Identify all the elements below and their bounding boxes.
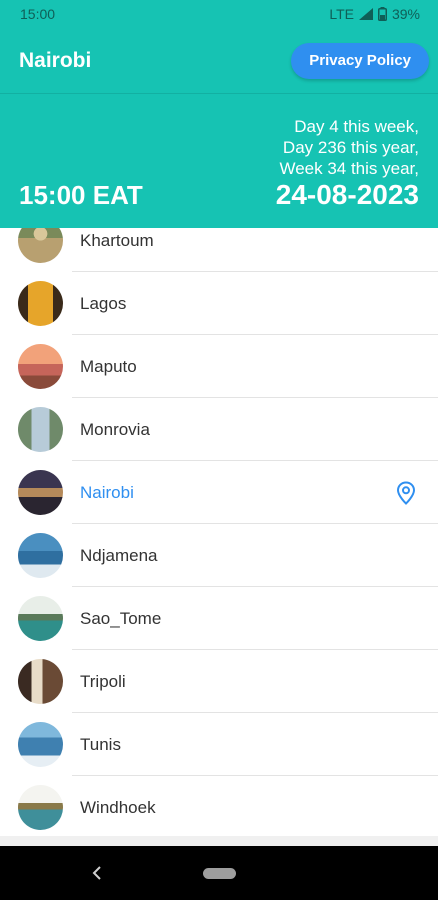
home-pill-icon[interactable] xyxy=(203,868,236,879)
signal-icon xyxy=(358,8,373,20)
day-of-week: Day 4 this week, xyxy=(294,117,419,136)
battery-icon xyxy=(377,7,387,21)
city-thumbnail xyxy=(18,533,63,578)
back-icon[interactable] xyxy=(90,865,104,881)
list-item[interactable]: Sao_Tome xyxy=(0,587,438,650)
city-name: Tunis xyxy=(80,734,121,754)
current-date: 24-08-2023 xyxy=(275,179,419,210)
list-item[interactable]: Tripoli xyxy=(0,650,438,713)
city-thumbnail xyxy=(18,281,63,326)
status-bar: 15:00 LTE 39% xyxy=(0,0,438,28)
list-bottom-edge xyxy=(0,836,438,846)
app-bar: Nairobi Privacy Policy xyxy=(0,28,438,94)
network-type: LTE xyxy=(329,6,354,22)
city-thumbnail xyxy=(18,722,63,767)
list-item[interactable]: Windhoek xyxy=(0,776,438,839)
list-item[interactable]: Khartoum xyxy=(0,228,438,272)
list-item[interactable]: Tunis xyxy=(0,713,438,776)
status-icons: LTE 39% xyxy=(329,6,420,22)
list-item[interactable]: Lagos xyxy=(0,272,438,335)
list-item-selected[interactable]: Nairobi xyxy=(0,461,438,524)
city-list: Khartoum Lagos Maputo Monrovia Nairobi N… xyxy=(0,228,438,846)
city-name: Windhoek xyxy=(80,797,156,817)
city-name: Maputo xyxy=(80,356,137,376)
status-time: 15:00 xyxy=(20,6,56,22)
current-time: 15:00 EAT xyxy=(19,180,143,210)
city-name: Sao_Tome xyxy=(80,608,162,628)
date-info: Day 4 this week, Day 236 this year, Week… xyxy=(276,116,419,210)
battery-percent: 39% xyxy=(391,6,420,22)
day-of-year: Day 236 this year, xyxy=(282,138,419,157)
list-item[interactable]: Maputo xyxy=(0,335,438,398)
city-thumbnail xyxy=(18,470,63,515)
city-thumbnail xyxy=(18,785,63,830)
list-item[interactable]: Ndjamena xyxy=(0,524,438,587)
page-title: Nairobi xyxy=(19,48,92,72)
privacy-policy-button[interactable]: Privacy Policy xyxy=(291,42,429,79)
city-thumbnail xyxy=(18,596,63,641)
city-thumbnail xyxy=(18,407,63,452)
city-thumbnail xyxy=(18,344,63,389)
time-info-panel: 15:00 EAT Day 4 this week, Day 236 this … xyxy=(0,94,438,228)
city-name: Nairobi xyxy=(80,482,134,502)
city-name: Lagos xyxy=(80,293,127,313)
city-name: Monrovia xyxy=(80,419,150,439)
city-thumbnail xyxy=(18,659,63,704)
list-item[interactable]: Monrovia xyxy=(0,398,438,461)
city-name: Ndjamena xyxy=(80,545,158,565)
week-of-year: Week 34 this year, xyxy=(279,159,419,178)
location-pin-icon xyxy=(396,480,416,505)
city-name: Khartoum xyxy=(80,230,154,250)
city-thumbnail xyxy=(18,228,63,263)
city-name: Tripoli xyxy=(80,671,126,691)
navigation-bar xyxy=(0,846,438,900)
